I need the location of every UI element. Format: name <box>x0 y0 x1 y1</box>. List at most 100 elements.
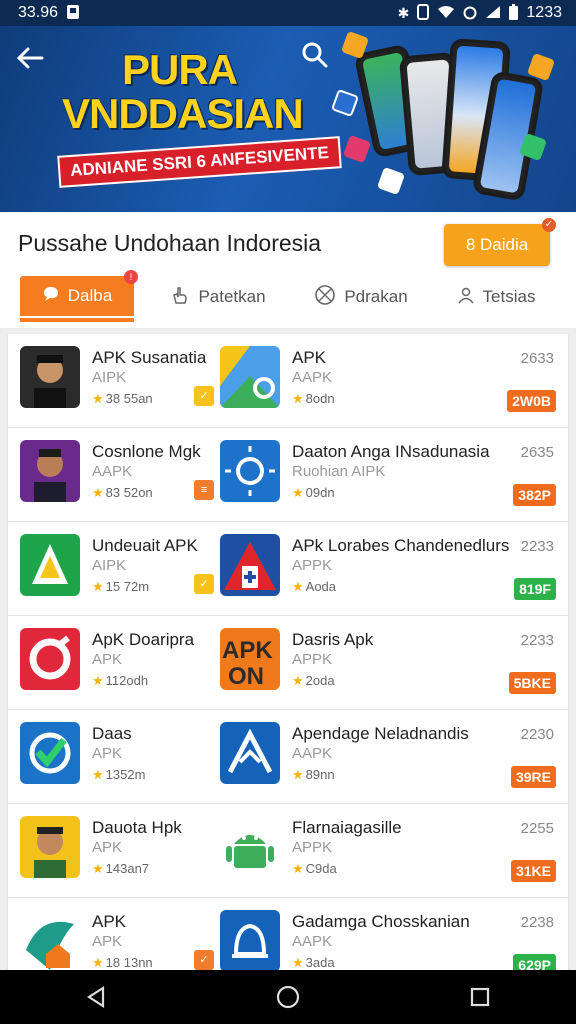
app-rating: ★ 8odn <box>292 391 335 406</box>
app-subtitle: AIPK <box>92 369 127 386</box>
wifi-icon <box>437 5 455 22</box>
tab-tetsias[interactable]: Tetsias <box>436 272 556 322</box>
star-icon: ★ <box>92 391 104 406</box>
app-subtitle: APPK <box>292 839 333 856</box>
banner-subtitle: ADNIANE SSRI 6 ANFESIVENTE <box>57 136 342 188</box>
app-item[interactable]: Gadamga Chosskanian AAPK ★ 3ada <box>220 910 560 970</box>
list-row: Dauota Hpk APK ★ 143an7 Flarnaiagasille A… <box>8 804 568 898</box>
app-item[interactable]: Cosnlone Mgk AAPK ★ 83 52on ≡ <box>20 440 214 510</box>
nav-home-button[interactable] <box>268 977 308 1017</box>
triangle-back-icon <box>86 985 105 1009</box>
app-subtitle: APK <box>92 745 123 762</box>
app-subtitle: APPK <box>292 651 333 668</box>
app-version: 2255 <box>520 820 554 837</box>
app-item[interactable]: APK Susanatia AIPK ★ 38 55an ✓ <box>20 346 214 416</box>
back-button[interactable] <box>16 46 50 76</box>
star-icon: ★ <box>92 767 104 782</box>
tab-label: Pdrakan <box>344 287 408 306</box>
signal-icon <box>485 5 501 22</box>
app-item[interactable]: APk Lorabes Chandenedlurs APPK ★ Aoda <box>220 534 560 604</box>
nav-back-button[interactable] <box>76 977 116 1017</box>
app-icon-apk-logo: APK ON <box>220 628 280 690</box>
decor-shape <box>376 166 406 196</box>
battery-icon <box>509 3 519 23</box>
page-title: Pussahe Undohaan Indoresia <box>18 230 322 256</box>
promo-banner[interactable]: PURA VNDDASIAN ADNIANE SSRI 6 ANFESIVENT… <box>0 26 576 212</box>
search-button[interactable] <box>300 40 336 76</box>
nav-recents-button[interactable] <box>460 977 500 1017</box>
hand-icon <box>170 285 190 310</box>
app-item[interactable]: ApK Doaripra APK ★ 112odh <box>20 628 210 698</box>
app-icon-leaf-house <box>20 910 80 970</box>
person-icon <box>457 286 475 309</box>
tab-pdrakan[interactable]: Pdrakan <box>296 272 426 322</box>
list-row: APK APK ★ 18 13nn ✓ Gadamga Chosskanian A… <box>8 898 568 970</box>
status-time: 33.96 <box>18 4 59 21</box>
circle-home-icon <box>276 985 300 1009</box>
app-name: Dasris Apk <box>292 630 374 649</box>
app-item[interactable]: Flarnaiagasille APPK ★ C9da <box>220 816 560 886</box>
app-subtitle: AAPK <box>292 745 333 762</box>
tab-badge: ! <box>124 270 138 284</box>
star-icon: ★ <box>92 861 104 876</box>
tab-patetkan[interactable]: Patetkan <box>148 272 288 322</box>
app-name: Apendage Neladnandis <box>292 724 469 743</box>
app-tag: ✓ <box>194 574 214 594</box>
svg-text:ON: ON <box>228 663 264 690</box>
app-item[interactable]: Daas APK ★ 1352m <box>20 722 210 792</box>
app-icon-maps <box>220 346 280 408</box>
star-icon: ★ <box>292 767 304 782</box>
app-item[interactable]: Dauota Hpk APK ★ 143an7 <box>20 816 210 886</box>
banner-title-line2: VNDDASIAN <box>62 90 304 137</box>
app-subtitle: AAPK <box>92 463 133 480</box>
app-item[interactable]: APK APK ★ 18 13nn ✓ <box>20 910 214 970</box>
star-icon: ★ <box>292 955 304 970</box>
star-icon: ★ <box>92 579 104 594</box>
app-rating: ★ 18 13nn <box>92 955 153 970</box>
status-right-time: 1233 <box>526 4 562 21</box>
app-icon-avatar <box>20 816 80 878</box>
app-name: Flarnaiagasille <box>292 818 402 837</box>
bluetooth-icon: ✱ <box>397 4 410 21</box>
app-icon-bell <box>220 910 280 970</box>
size-badge: 629P <box>513 954 556 970</box>
app-list: APK Susanatia AIPK ★ 38 55an ✓ APK AAPK ★… <box>8 334 568 970</box>
app-name: Undeuait APK <box>92 536 198 555</box>
arrow-left-icon <box>16 47 44 69</box>
app-rating: ★ Aoda <box>292 579 337 594</box>
star-icon: ★ <box>292 485 304 500</box>
app-icon-ring <box>20 628 80 690</box>
app-tag: ≡ <box>194 480 214 500</box>
chat-bubble-icon <box>42 285 60 308</box>
size-badge: 819F <box>514 578 556 600</box>
app-rating: ★ C9da <box>292 861 337 876</box>
app-subtitle: APK <box>92 651 123 668</box>
app-icon-letter-a <box>220 722 280 784</box>
size-badge: 39RE <box>510 766 556 788</box>
size-badge: 31KE <box>510 860 556 882</box>
app-subtitle: APPK <box>292 557 333 574</box>
app-tag: ✓ <box>194 386 214 406</box>
app-subtitle: Ruohian AIPK <box>292 463 386 480</box>
app-item[interactable]: Undeuait APK AIPK ★ 15 72m ✓ <box>20 534 214 604</box>
category-tabs: Dalba ! Patetkan Pdrakan Tetsias <box>0 270 576 328</box>
header-action-button[interactable]: 8 Daidia ✓ <box>444 218 556 266</box>
app-subtitle: APK <box>92 933 123 950</box>
header-action-label: 8 Daidia <box>465 235 529 254</box>
app-version: 2230 <box>520 726 554 743</box>
tab-dalba[interactable]: Dalba ! <box>20 270 138 322</box>
app-item[interactable]: Apendage Neladnandis AAPK ★ 89nn <box>220 722 560 792</box>
status-bar: 33.96 ✱ 1233 <box>0 0 576 26</box>
app-item[interactable]: Daaton Anga INsadunasia Ruohian AIPK ★ 09… <box>220 440 560 510</box>
app-icon-triangle <box>20 534 80 596</box>
list-row: Daas APK ★ 1352m Apendage Neladnandis AAP… <box>8 710 568 804</box>
app-rating: ★ 09dn <box>292 485 335 500</box>
star-icon: ★ <box>92 673 104 688</box>
list-row: Undeuait APK AIPK ★ 15 72m ✓ APk Lorabes … <box>8 522 568 616</box>
app-rating: ★ 1352m <box>92 767 146 782</box>
app-name: APk Lorabes Chandenedlurs <box>292 536 510 555</box>
app-icon-avatar <box>20 440 80 502</box>
app-rating: ★ 89nn <box>292 767 335 782</box>
app-version: 2233 <box>520 538 554 555</box>
app-rating: ★ 15 72m <box>92 579 150 594</box>
